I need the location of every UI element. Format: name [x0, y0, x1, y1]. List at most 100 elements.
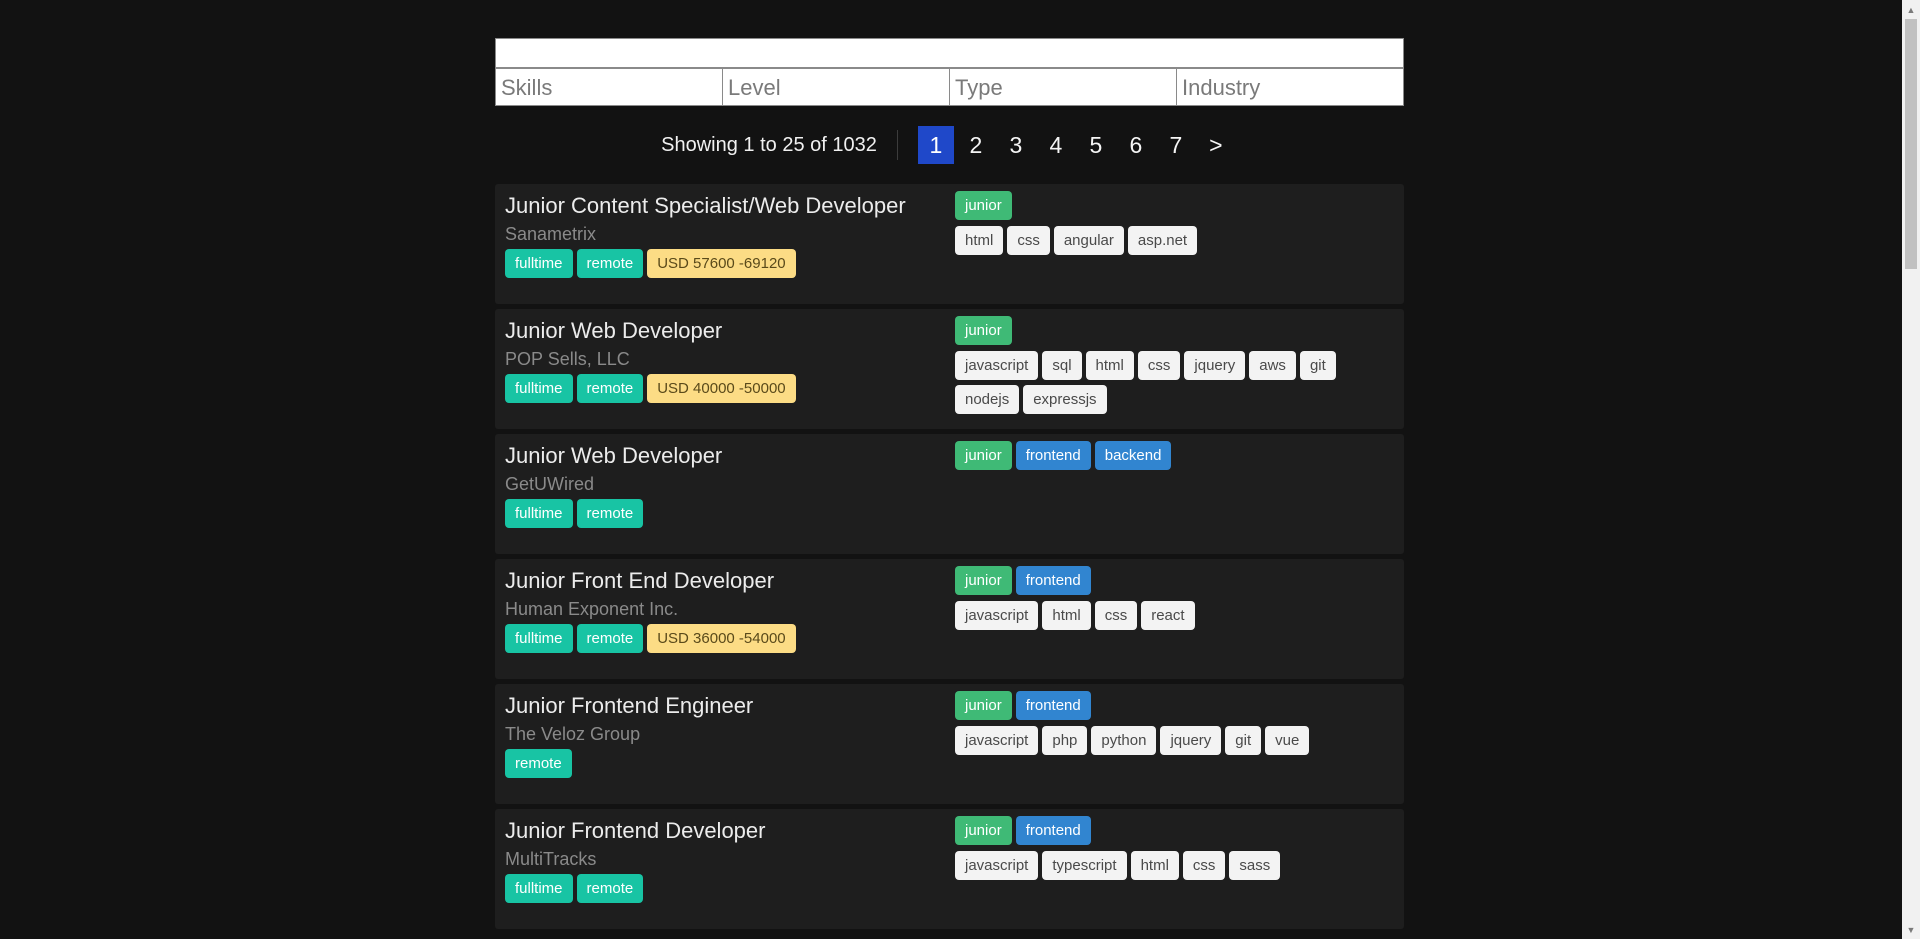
job-info: Junior Front End Developer Human Exponent…	[505, 567, 945, 653]
job-company: The Veloz Group	[505, 724, 641, 744]
level-tag[interactable]: junior	[955, 816, 1012, 845]
vertical-scrollbar[interactable]: ▲ ▼	[1902, 0, 1920, 939]
job-company: POP Sells, LLC	[505, 349, 630, 369]
role-tag[interactable]: frontend	[1015, 816, 1091, 845]
level-role-tags: junior frontend	[955, 816, 1395, 845]
skill-tag[interactable]: html	[955, 226, 1004, 255]
job-list: Junior Content Specialist/Web Developer S…	[495, 184, 1404, 929]
level-tag[interactable]: junior	[955, 691, 1012, 720]
job-card[interactable]: Junior Content Specialist/Web Developer S…	[495, 184, 1404, 304]
skill-tag[interactable]: expressjs	[1023, 385, 1107, 414]
salary-tag: USD 57600 -69120	[647, 249, 796, 278]
job-type-tag[interactable]: fulltime	[505, 874, 573, 903]
role-tag[interactable]: backend	[1094, 441, 1172, 470]
skill-tags: javascript php python jquery git vue	[955, 726, 1395, 755]
page: Skills Level Type Industry Showing 1 to …	[0, 0, 1920, 939]
job-type-tag[interactable]: fulltime	[505, 374, 573, 403]
filter-level[interactable]: Level	[723, 69, 950, 105]
skill-tag[interactable]: html	[1085, 351, 1134, 380]
level-tag[interactable]: junior	[955, 191, 1012, 220]
skill-tag[interactable]: nodejs	[955, 385, 1020, 414]
job-info: Junior Frontend Developer MultiTracks full…	[505, 817, 945, 903]
skill-tag[interactable]: react	[1141, 601, 1195, 630]
level-tag[interactable]: junior	[955, 441, 1012, 470]
skill-tag[interactable]: sql	[1042, 351, 1082, 380]
job-type-tag[interactable]: remote	[576, 499, 644, 528]
skill-tag[interactable]: angular	[1053, 226, 1124, 255]
job-title[interactable]: Junior Web Developer	[505, 442, 945, 470]
scrollbar-thumb[interactable]	[1905, 19, 1917, 269]
filter-skills[interactable]: Skills	[496, 69, 723, 105]
page-button-3[interactable]: 3	[998, 126, 1034, 164]
skill-tag[interactable]: css	[1182, 851, 1226, 880]
job-type-tags: fulltime remote USD 40000 -50000	[505, 374, 945, 403]
job-card[interactable]: Junior Front End Developer Human Exponent…	[495, 559, 1404, 679]
skill-tag[interactable]: html	[1042, 601, 1091, 630]
page-button-4[interactable]: 4	[1038, 126, 1074, 164]
pagination-divider	[896, 130, 898, 160]
job-type-tag[interactable]: remote	[576, 624, 644, 653]
salary-tag: USD 36000 -54000	[647, 624, 796, 653]
job-card[interactable]: Junior Web Developer POP Sells, LLC fullti…	[495, 309, 1404, 429]
role-tag[interactable]: frontend	[1015, 441, 1091, 470]
skill-tags: javascript typescript html css sass	[955, 851, 1395, 880]
page-button-2[interactable]: 2	[958, 126, 994, 164]
skill-tag[interactable]: jquery	[1160, 726, 1222, 755]
skill-tag[interactable]: javascript	[955, 726, 1039, 755]
job-tags: junior frontend javascript php python jquery g…	[955, 691, 1395, 755]
skill-tag[interactable]: git	[1225, 726, 1262, 755]
job-type-tag[interactable]: remote	[505, 749, 572, 778]
page-button-6[interactable]: 6	[1118, 126, 1154, 164]
skill-tag[interactable]: jquery	[1184, 351, 1246, 380]
job-card[interactable]: Junior Frontend Engineer The Veloz Group r…	[495, 684, 1404, 804]
next-page-button[interactable]: >	[1198, 126, 1234, 164]
job-tags: junior javascript sql html css jquery aws git no…	[955, 316, 1395, 414]
job-title[interactable]: Junior Content Specialist/Web Developer	[505, 192, 945, 220]
skill-tag[interactable]: typescript	[1042, 851, 1127, 880]
scroll-down-arrow-icon[interactable]: ▼	[1902, 921, 1920, 938]
skill-tag[interactable]: aws	[1249, 351, 1296, 380]
level-tag[interactable]: junior	[955, 316, 1012, 345]
job-card[interactable]: Junior Web Developer GetUWired fulltime rem…	[495, 434, 1404, 554]
skill-tag[interactable]: css	[1007, 226, 1050, 255]
skill-tag[interactable]: python	[1091, 726, 1157, 755]
filter-type[interactable]: Type	[950, 69, 1177, 105]
page-button-1[interactable]: 1	[917, 126, 954, 164]
skill-tag[interactable]: javascript	[955, 601, 1039, 630]
job-type-tag[interactable]: fulltime	[505, 499, 573, 528]
search-input[interactable]	[495, 38, 1404, 68]
job-type-tag[interactable]: fulltime	[505, 624, 573, 653]
job-type-tag[interactable]: remote	[576, 249, 644, 278]
skill-tag[interactable]: vue	[1265, 726, 1310, 755]
main-container: Skills Level Type Industry Showing 1 to …	[495, 38, 1404, 934]
job-type-tag[interactable]: remote	[576, 874, 644, 903]
skill-tag[interactable]: javascript	[955, 851, 1039, 880]
skill-tag[interactable]: asp.net	[1127, 226, 1198, 255]
job-title[interactable]: Junior Frontend Developer	[505, 817, 945, 845]
job-title[interactable]: Junior Frontend Engineer	[505, 692, 945, 720]
job-type-tags: fulltime remote USD 57600 -69120	[505, 249, 945, 278]
skill-tag[interactable]: git	[1299, 351, 1336, 380]
skill-tag[interactable]: css	[1094, 601, 1138, 630]
role-tag[interactable]: frontend	[1015, 691, 1091, 720]
job-tags: junior frontend javascript typescript html cs…	[955, 816, 1395, 880]
job-type-tag[interactable]: fulltime	[505, 249, 573, 278]
scroll-up-arrow-icon[interactable]: ▲	[1902, 1, 1920, 18]
role-tag[interactable]: frontend	[1015, 566, 1091, 595]
job-title[interactable]: Junior Front End Developer	[505, 567, 945, 595]
job-info: Junior Web Developer POP Sells, LLC fullti…	[505, 317, 945, 403]
skill-tag[interactable]: css	[1137, 351, 1181, 380]
filter-industry[interactable]: Industry	[1177, 69, 1403, 105]
page-button-7[interactable]: 7	[1158, 126, 1194, 164]
skill-tag[interactable]: html	[1130, 851, 1179, 880]
job-card[interactable]: Junior Frontend Developer MultiTracks full…	[495, 809, 1404, 929]
skill-tag[interactable]: php	[1042, 726, 1088, 755]
job-type-tag[interactable]: remote	[576, 374, 644, 403]
level-role-tags: junior frontend	[955, 691, 1395, 720]
skill-tag[interactable]: javascript	[955, 351, 1039, 380]
skill-tag[interactable]: sass	[1229, 851, 1281, 880]
level-tag[interactable]: junior	[955, 566, 1012, 595]
job-title[interactable]: Junior Web Developer	[505, 317, 945, 345]
page-button-5[interactable]: 5	[1078, 126, 1114, 164]
job-info: Junior Content Specialist/Web Developer S…	[505, 192, 945, 278]
